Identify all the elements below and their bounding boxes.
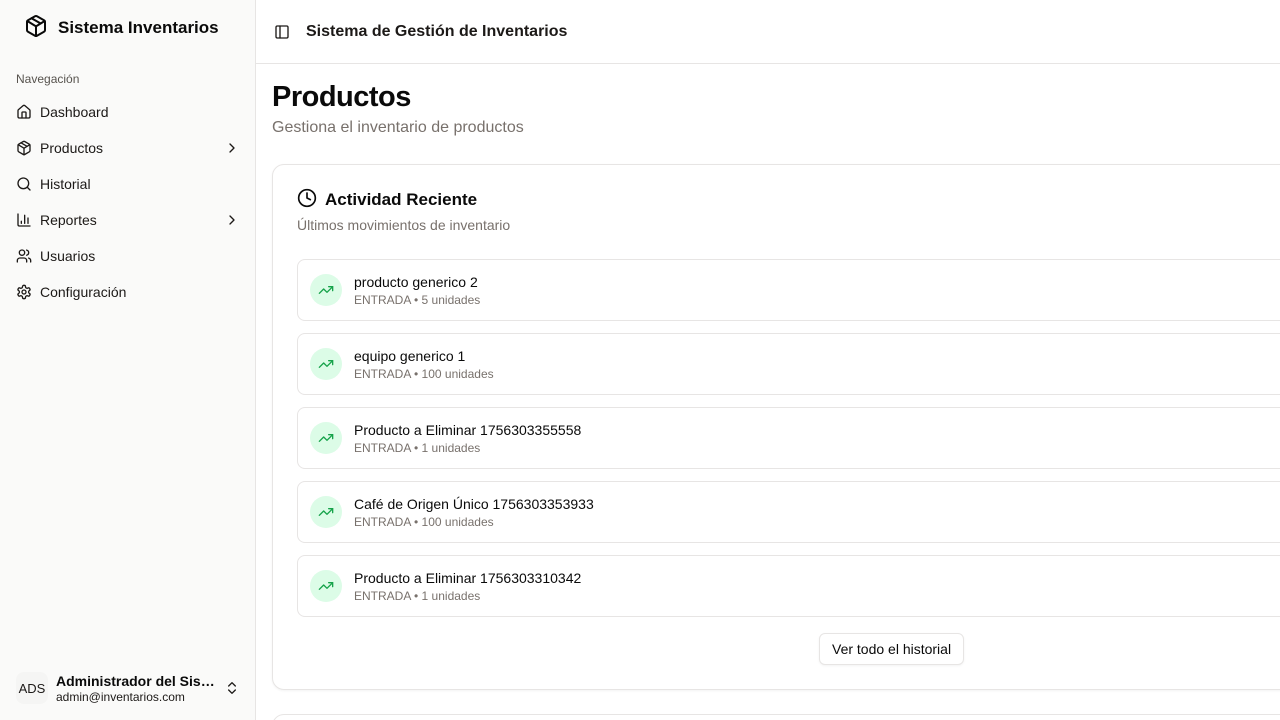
brand[interactable]: Sistema Inventarios (24, 14, 219, 43)
nav-list: Dashboard Productos Historial Reportes U… (8, 94, 248, 310)
card-header: Actividad Reciente (297, 188, 478, 213)
view-all-history-button[interactable]: Ver todo el historial (819, 633, 965, 665)
activity-product-name: Producto a Eliminar 1756303310342 (354, 569, 582, 586)
sidebar-item-configuracion[interactable]: Configuración (8, 274, 248, 310)
page-title: Productos (272, 81, 411, 113)
page-subtitle: Gestiona el inventario de productos (272, 119, 524, 136)
list-item: equipo generico 1 ENTRADA • 100 unidades (297, 333, 1280, 395)
list-item: Producto a Eliminar 1756303310342 ENTRAD… (297, 555, 1280, 617)
bar-chart-icon (16, 212, 32, 228)
sidebar-item-label: Productos (40, 140, 104, 156)
activity-text: Café de Origen Único 1756303353933 ENTRA… (354, 496, 594, 529)
sidebar-item-label: Configuración (40, 284, 127, 300)
list-item: Producto a Eliminar 1756303355558 ENTRAD… (297, 407, 1280, 469)
sidebar: Sistema Inventarios Navegación Dashboard… (0, 0, 256, 720)
user-info: Administrador del Sistema admin@inventar… (56, 673, 224, 704)
trending-up-icon (310, 570, 342, 602)
home-icon (16, 104, 32, 120)
card-description: Últimos movimientos de inventario (297, 217, 511, 233)
recent-activity-card: Actividad Reciente Últimos movimientos d… (272, 164, 1280, 690)
trending-up-icon (310, 422, 342, 454)
package-icon (24, 14, 48, 43)
activity-product-name: equipo generico 1 (354, 347, 466, 364)
activity-text: producto generico 2 ENTRADA • 5 unidades (354, 274, 480, 307)
header-title: Sistema de Gestión de Inventarios (306, 22, 568, 40)
sidebar-item-reportes[interactable]: Reportes (8, 202, 248, 238)
trending-up-icon (310, 348, 342, 380)
sidebar-item-label: Dashboard (40, 104, 109, 120)
search-icon (16, 176, 32, 192)
sidebar-item-dashboard[interactable]: Dashboard (8, 94, 248, 130)
activity-product-name: producto generico 2 (354, 273, 478, 290)
activity-text: Producto a Eliminar 1756303355558 ENTRAD… (354, 422, 581, 455)
nav-heading: Navegación (16, 72, 80, 86)
gear-icon (16, 284, 32, 300)
avatar: ADS (16, 672, 48, 704)
user-name: Administrador del Sistema (56, 672, 216, 689)
sidebar-item-productos[interactable]: Productos (8, 130, 248, 166)
chevron-right-icon (224, 212, 240, 228)
users-icon (16, 248, 32, 264)
trending-up-icon (310, 496, 342, 528)
list-item: Café de Origen Único 1756303353933 ENTRA… (297, 481, 1280, 543)
brand-name: Sistema Inventarios (58, 18, 219, 37)
user-email: admin@inventarios.com (56, 689, 185, 704)
list-item: producto generico 2 ENTRADA • 5 unidades (297, 259, 1280, 321)
activity-meta: ENTRADA • 100 unidades (354, 366, 494, 381)
top-header: Sistema de Gestión de Inventarios (256, 0, 1280, 64)
activity-meta: ENTRADA • 1 unidades (354, 440, 481, 455)
clock-icon (297, 188, 317, 213)
activity-meta: ENTRADA • 5 unidades (354, 292, 481, 307)
chevrons-up-down-icon (224, 680, 240, 696)
activity-text: equipo generico 1 ENTRADA • 100 unidades (354, 348, 494, 381)
card-title: Actividad Reciente (325, 190, 478, 209)
trending-up-icon (310, 274, 342, 306)
sidebar-item-label: Usuarios (40, 248, 96, 264)
activity-meta: ENTRADA • 1 unidades (354, 588, 481, 603)
sidebar-item-usuarios[interactable]: Usuarios (8, 238, 248, 274)
activity-product-name: Producto a Eliminar 1756303355558 (354, 421, 582, 438)
chevron-right-icon (224, 140, 240, 156)
package-icon (16, 140, 32, 156)
sidebar-item-historial[interactable]: Historial (8, 166, 248, 202)
activity-list: producto generico 2 ENTRADA • 5 unidades… (297, 259, 1280, 629)
sidebar-toggle-icon[interactable] (272, 22, 292, 42)
activity-meta: ENTRADA • 100 unidades (354, 514, 494, 529)
sidebar-item-label: Reportes (40, 212, 97, 228)
activity-text: Producto a Eliminar 1756303310342 ENTRAD… (354, 570, 581, 603)
sidebar-item-label: Historial (40, 176, 91, 192)
next-card (272, 714, 1280, 720)
activity-product-name: Café de Origen Único 1756303353933 (354, 495, 594, 512)
user-menu-button[interactable]: ADS Administrador del Sistema admin@inve… (8, 664, 248, 712)
